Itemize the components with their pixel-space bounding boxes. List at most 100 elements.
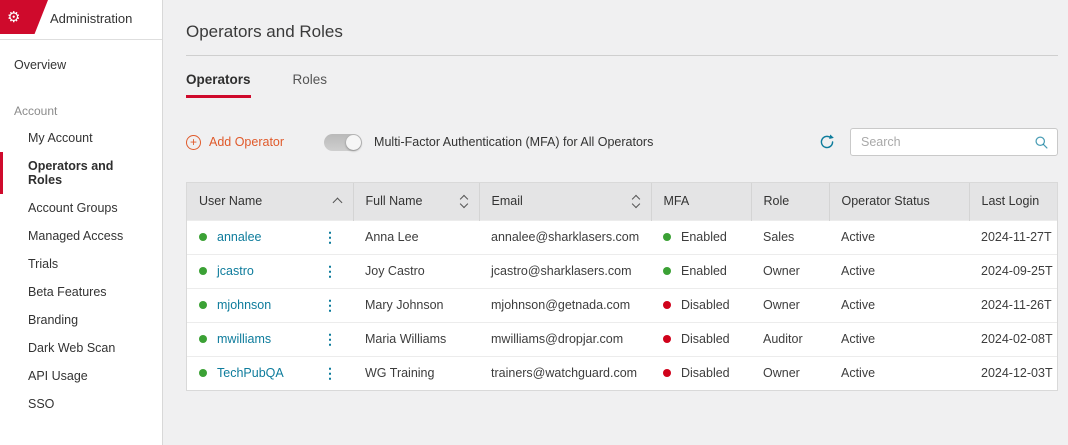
operator-active-dot (199, 233, 207, 241)
cell-last-login: 2024-09-25T (969, 254, 1058, 288)
mfa-status-dot (663, 301, 671, 309)
operator-active-dot (199, 301, 207, 309)
sidebar-item-my-account[interactable]: My Account (0, 124, 162, 152)
sidebar-item-api-usage[interactable]: API Usage (0, 362, 162, 390)
sidebar-item-branding[interactable]: Branding (0, 306, 162, 334)
search-box (850, 128, 1058, 156)
add-operator-label: Add Operator (209, 135, 284, 149)
table-row: TechPubQA ⋮ WG Training trainers@watchgu… (187, 356, 1058, 390)
column-user-name[interactable]: User Name (187, 183, 353, 220)
table-header-row: User Name Full Name Email MFA Role Opera… (187, 183, 1058, 220)
kebab-menu-icon[interactable]: ⋮ (323, 332, 341, 346)
column-label: Operator Status (842, 194, 930, 208)
operator-active-dot (199, 335, 207, 343)
mfa-status-dot (663, 267, 671, 275)
cell-last-login: 2024-11-27T (969, 220, 1058, 254)
table-row: mwilliams ⋮ Maria Williams mwilliams@dro… (187, 322, 1058, 356)
add-operator-button[interactable]: + Add Operator (186, 135, 284, 150)
sidebar-item-sso[interactable]: SSO (0, 390, 162, 418)
refresh-icon (818, 133, 836, 151)
tab-bar: Operators Roles (186, 72, 1058, 98)
mfa-status-dot (663, 335, 671, 343)
search-input[interactable] (859, 134, 1034, 150)
sidebar-nav: Overview AccountMy AccountOperators and R… (0, 40, 162, 445)
user-name-link[interactable]: annalee (217, 230, 262, 244)
cell-email: mwilliams@dropjar.com (479, 322, 651, 356)
cell-full-name: WG Training (353, 356, 479, 390)
gear-icon: ⚙ (7, 10, 20, 25)
sidebar-item-beta-features[interactable]: Beta Features (0, 278, 162, 306)
mfa-all-toggle[interactable] (324, 134, 362, 151)
column-operator-status[interactable]: Operator Status (829, 183, 969, 220)
sidebar-item-operators-and-roles[interactable]: Operators and Roles (0, 152, 162, 194)
tab-roles[interactable]: Roles (293, 72, 328, 98)
mfa-status-label: Enabled (681, 230, 727, 244)
toggle-knob (346, 135, 361, 150)
toolbar: + Add Operator Multi-Factor Authenticati… (186, 128, 1058, 156)
cell-mfa: Enabled (651, 220, 751, 254)
mfa-status-label: Disabled (681, 366, 730, 380)
tab-operators[interactable]: Operators (186, 72, 251, 98)
column-label: Email (492, 194, 523, 208)
sidebar-item-account-groups[interactable]: Account Groups (0, 194, 162, 222)
column-label: Full Name (366, 194, 423, 208)
cell-email: jcastro@sharklasers.com (479, 254, 651, 288)
sidebar-item-dark-web-scan[interactable]: Dark Web Scan (0, 334, 162, 362)
user-name-link[interactable]: mjohnson (217, 298, 271, 312)
column-label: MFA (664, 194, 690, 208)
kebab-menu-icon[interactable]: ⋮ (323, 230, 341, 244)
operators-table-wrap: User Name Full Name Email MFA Role Opera… (186, 182, 1058, 391)
cell-email: annalee@sharklasers.com (479, 220, 651, 254)
plus-circle-icon: + (186, 135, 201, 150)
cell-full-name: Mary Johnson (353, 288, 479, 322)
cell-last-login: 2024-02-08T (969, 322, 1058, 356)
cell-email: mjohnson@getnada.com (479, 288, 651, 322)
cell-role: Auditor (751, 322, 829, 356)
cell-last-login: 2024-11-26T (969, 288, 1058, 322)
cell-mfa: Disabled (651, 322, 751, 356)
user-name-link[interactable]: jcastro (217, 264, 254, 278)
column-role[interactable]: Role (751, 183, 829, 220)
cell-mfa: Disabled (651, 288, 751, 322)
user-name-link[interactable]: TechPubQA (217, 366, 284, 380)
column-full-name[interactable]: Full Name (353, 183, 479, 220)
search-icon (1034, 135, 1049, 150)
cell-full-name: Anna Lee (353, 220, 479, 254)
sort-both-icon (461, 196, 467, 207)
cell-last-login: 2024-12-03T (969, 356, 1058, 390)
kebab-menu-icon[interactable]: ⋮ (323, 264, 341, 278)
mfa-status-label: Disabled (681, 298, 730, 312)
cell-email: trainers@watchguard.com (479, 356, 651, 390)
sidebar-section-account: Account (0, 98, 162, 124)
refresh-button[interactable] (818, 133, 836, 151)
operator-active-dot (199, 369, 207, 377)
cell-mfa: Disabled (651, 356, 751, 390)
kebab-menu-icon[interactable]: ⋮ (323, 366, 341, 380)
mfa-status-label: Disabled (681, 332, 730, 346)
sidebar-item-overview[interactable]: Overview (0, 48, 162, 82)
user-name-link[interactable]: mwilliams (217, 332, 271, 346)
table-body: annalee ⋮ Anna Lee annalee@sharklasers.c… (187, 220, 1058, 390)
mfa-status-label: Enabled (681, 264, 727, 278)
app-title: Administration (50, 0, 132, 38)
column-mfa[interactable]: MFA (651, 183, 751, 220)
page-head: Operators and Roles (186, 0, 1058, 56)
brand-flag: ⚙ (0, 0, 48, 34)
sidebar-item-trials[interactable]: Trials (0, 250, 162, 278)
operators-table: User Name Full Name Email MFA Role Opera… (187, 183, 1058, 390)
cell-operator-status: Active (829, 220, 969, 254)
kebab-menu-icon[interactable]: ⋮ (323, 298, 341, 312)
cell-operator-status: Active (829, 254, 969, 288)
cell-user-name: annalee ⋮ (187, 220, 353, 254)
cell-role: Owner (751, 356, 829, 390)
column-last-login[interactable]: Last Login (969, 183, 1058, 220)
table-row: mjohnson ⋮ Mary Johnson mjohnson@getnada… (187, 288, 1058, 322)
sort-asc-icon (332, 197, 342, 207)
cell-user-name: jcastro ⋮ (187, 254, 353, 288)
column-email[interactable]: Email (479, 183, 651, 220)
cell-mfa: Enabled (651, 254, 751, 288)
column-label: User Name (199, 194, 262, 208)
cell-user-name: mjohnson ⋮ (187, 288, 353, 322)
table-row: annalee ⋮ Anna Lee annalee@sharklasers.c… (187, 220, 1058, 254)
sidebar-item-managed-access[interactable]: Managed Access (0, 222, 162, 250)
